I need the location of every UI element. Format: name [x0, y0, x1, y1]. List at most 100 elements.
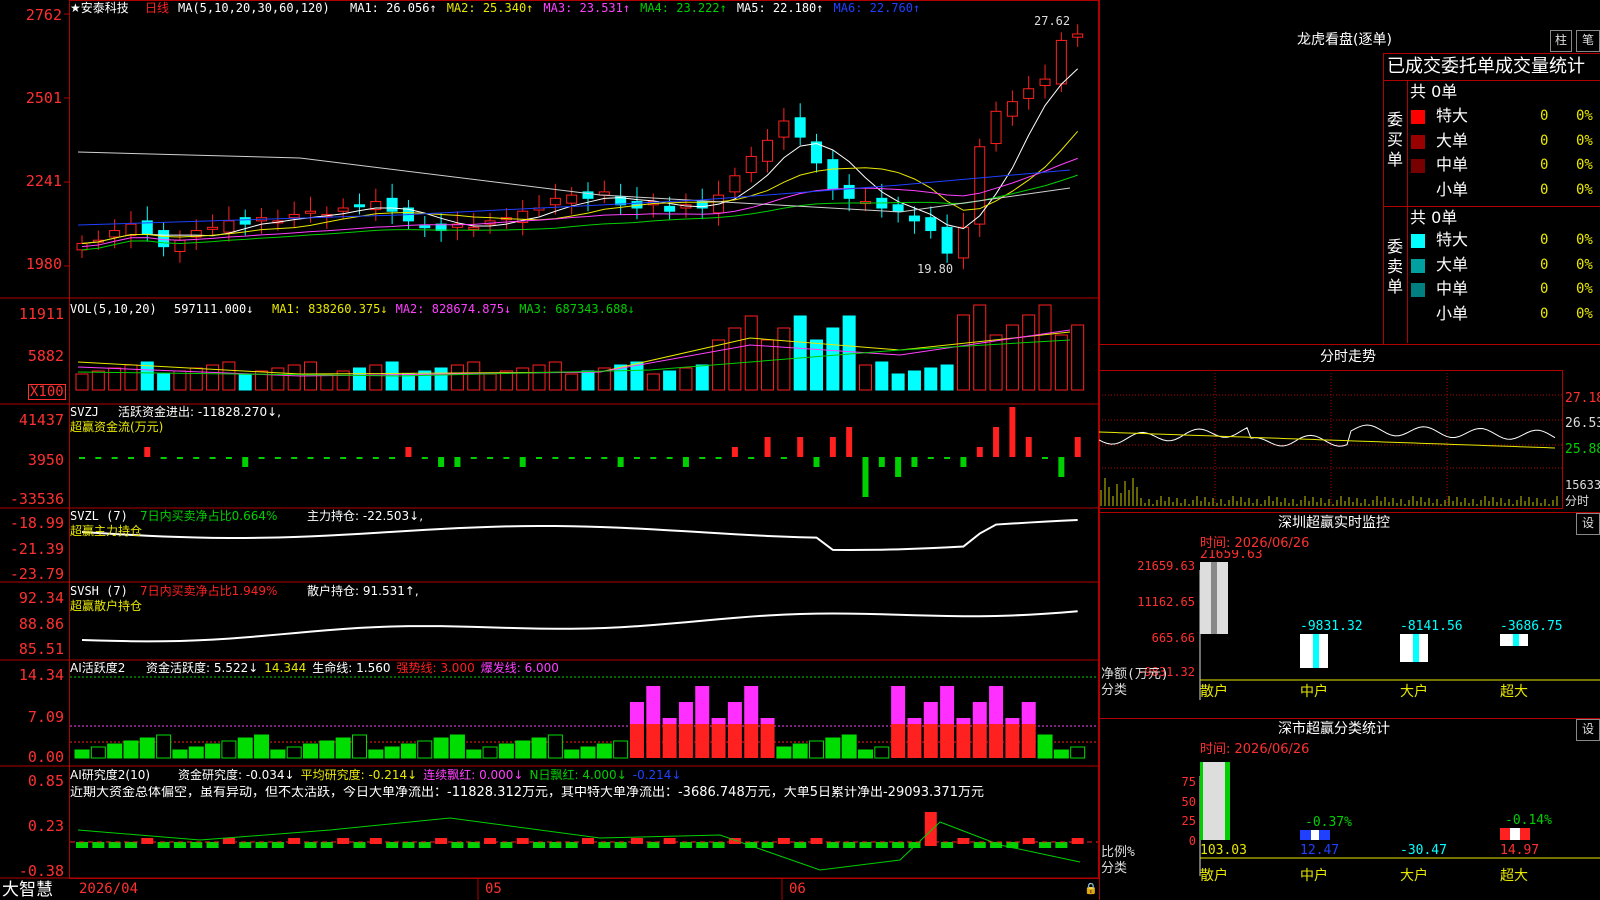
divider — [1407, 80, 1408, 343]
stat-value: -30.47 — [1400, 843, 1447, 858]
category-label: 散户 — [1200, 683, 1228, 700]
ai1-bar — [482, 746, 498, 759]
volume-bars — [75, 304, 1085, 391]
intraday-chart[interactable] — [1099, 370, 1600, 510]
volume-bar — [238, 373, 252, 391]
volume-bar — [891, 373, 905, 391]
candle-body — [1072, 33, 1084, 38]
volume-bar — [450, 364, 464, 391]
category-label: 中户 — [1300, 867, 1328, 884]
ai1-bar — [515, 740, 531, 759]
svzj-bar — [79, 457, 85, 459]
monitor-bar — [1313, 634, 1319, 668]
ai1-bar — [1070, 746, 1086, 759]
svzj-bar — [780, 457, 787, 459]
monitor-bar — [1513, 634, 1519, 646]
fs-tick: 分时 — [1565, 494, 1590, 508]
volume-bar — [761, 339, 775, 391]
volume-bar — [973, 304, 987, 391]
monitor-bar — [1413, 634, 1419, 662]
legend-item: MA1: 838260.375↓ — [272, 302, 388, 316]
stat-value: 12.47 — [1300, 843, 1339, 858]
svzl-line1: 7日内买卖净占比0.664% — [140, 509, 278, 523]
tick-mode-button[interactable]: 笔 — [1576, 30, 1600, 52]
svzj-bar — [127, 457, 134, 459]
ai2-bar — [663, 838, 676, 844]
svzj-bar — [699, 457, 706, 459]
category-label: 大户 — [1400, 867, 1428, 884]
stat-settings-button[interactable]: 设 — [1576, 719, 1600, 741]
svzj-bar — [829, 437, 836, 457]
divider — [1383, 80, 1600, 81]
volume-bar — [695, 364, 709, 391]
y-tick: 0.23 — [27, 817, 64, 835]
volume-bar — [907, 370, 921, 391]
color-swatch — [1411, 159, 1425, 173]
svzj-bar — [731, 447, 738, 457]
volume-bar — [858, 364, 872, 391]
monitor-time: 时间: 2026/06/26 — [1200, 536, 1310, 551]
monitor-bar — [1211, 562, 1217, 634]
y-tick: 41437 — [18, 411, 64, 429]
y-tick: 14.34 — [18, 666, 64, 684]
ai2-bar — [696, 842, 709, 848]
chart-canvas[interactable] — [0, 0, 1100, 900]
volume-bar — [793, 315, 807, 391]
ai2-bar — [859, 842, 872, 848]
volume-bar — [434, 367, 448, 391]
divider — [1099, 718, 1600, 719]
ai1-bar — [678, 724, 693, 758]
volume-bar — [810, 339, 824, 391]
ai2-bar — [712, 842, 725, 848]
legend-item: MA2: 25.340↑ — [446, 1, 534, 15]
order-row-label: 大单 — [1436, 130, 1469, 150]
ai2-bar — [288, 838, 301, 844]
ai2-bar — [582, 838, 594, 844]
ai1-bar — [695, 686, 710, 724]
svzj-bar — [274, 457, 281, 459]
svzj-bar — [1025, 437, 1032, 457]
monitor-settings-button[interactable]: 设 — [1576, 513, 1600, 535]
ai2-bar — [500, 842, 513, 848]
svzj-bar — [1074, 437, 1081, 457]
ai2-bar — [190, 842, 203, 848]
legend-item: N日飘红: 4.000↓ — [529, 768, 627, 782]
ai1-bar — [940, 686, 955, 724]
monitor-value: -8141.56 — [1400, 619, 1463, 634]
svzj-bar — [340, 457, 347, 459]
ai1-bar — [1021, 724, 1036, 758]
volume-bar — [75, 373, 89, 391]
order-row-label: 特大 — [1436, 230, 1469, 249]
y-tick: 1980 — [25, 255, 62, 273]
ai2-comment: 近期大资金总体偏空，虽有异动，但不太活跃，今日大单净流出：-11828.312万… — [70, 786, 984, 800]
ai1-bar — [449, 734, 465, 759]
ai2-bar — [337, 838, 350, 844]
order-row-value: 0 — [1540, 232, 1549, 248]
ai2-bar — [467, 842, 480, 848]
ai1-bar — [433, 737, 449, 759]
ai2-bar — [108, 842, 121, 848]
vol-title: VOL(5,10,20) — [70, 302, 157, 316]
ai2-bar — [418, 842, 431, 848]
ai2-bar — [875, 842, 888, 848]
monitor-value: -9831.32 — [1300, 619, 1363, 634]
ai2-bar — [598, 842, 611, 848]
order-row-pct: 0% — [1576, 256, 1593, 273]
ai1-bar — [254, 734, 270, 759]
y-tick: -18.99 — [9, 514, 64, 532]
candle-body — [158, 230, 170, 248]
candle-body — [174, 239, 186, 252]
order-stat-title: 已成交委托单成交量统计 — [1387, 56, 1585, 77]
ai2-bar — [941, 842, 954, 848]
period-label[interactable]: 日线 — [145, 1, 169, 15]
volume-bar — [548, 361, 562, 391]
volume-bar — [646, 373, 660, 391]
candle-body — [974, 146, 986, 225]
bar-mode-button[interactable]: 柱 — [1550, 30, 1572, 52]
lock-icon[interactable]: 🔒 — [1084, 882, 1098, 896]
candle-body — [468, 226, 480, 230]
y-tick: 3950 — [27, 451, 64, 469]
ai2-bar — [157, 842, 170, 848]
fs-tick: 26.53 — [1565, 416, 1600, 431]
volume-bar — [467, 361, 481, 391]
